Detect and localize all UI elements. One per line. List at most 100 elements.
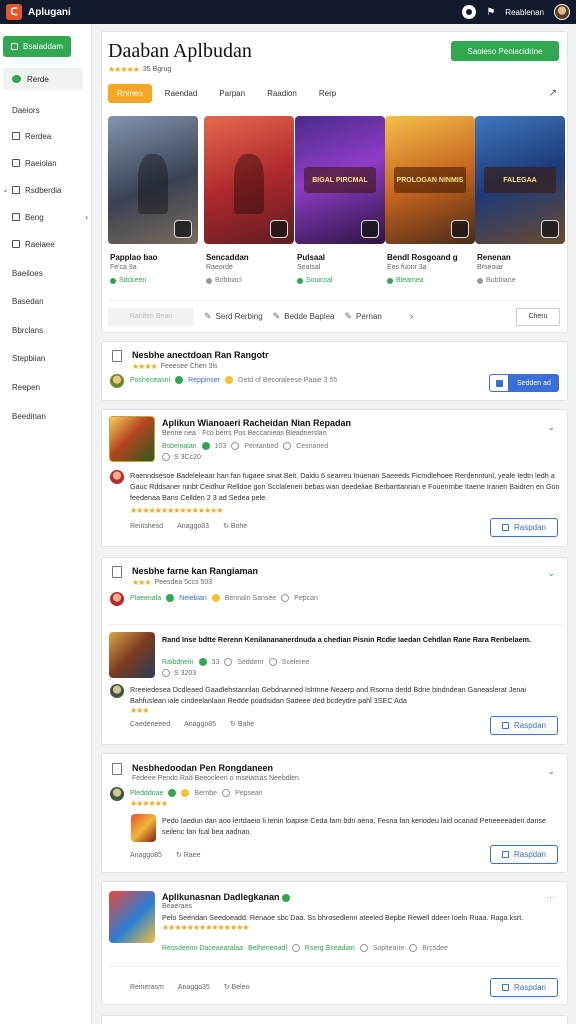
game-tile[interactable]: FALEGAA bbox=[475, 116, 565, 244]
reply-button[interactable]: Raspdan bbox=[490, 845, 558, 864]
game-name[interactable]: Bendl Rosgoand g bbox=[387, 253, 458, 262]
reply-icon bbox=[501, 722, 509, 729]
game-tile[interactable] bbox=[108, 116, 198, 244]
coin-icon bbox=[181, 789, 190, 797]
post-title[interactable]: Aplikun Wianoaeri Racheidan Nian Repadan bbox=[162, 418, 351, 428]
post-title[interactable]: Aplikunasnan Dadlegkanan bbox=[162, 892, 291, 902]
game-icon bbox=[541, 220, 559, 238]
share-icon[interactable]: ↻ Bahe bbox=[230, 720, 254, 728]
share-icon[interactable]: ↻ Raee bbox=[176, 851, 201, 859]
game-thumbnail[interactable] bbox=[109, 416, 155, 462]
clock-icon bbox=[162, 669, 170, 677]
tab-0[interactable]: Rnmeo bbox=[108, 84, 152, 103]
game-thumbnail[interactable] bbox=[109, 891, 155, 943]
reply-icon bbox=[501, 984, 509, 991]
footer-link[interactable]: ✎ Serd Rerbing bbox=[204, 311, 263, 322]
chevron-down-icon[interactable]: ⌄ bbox=[547, 766, 555, 777]
sidebar-item[interactable]: Raeiolan bbox=[12, 155, 88, 171]
sidebar-item[interactable]: Baeiloes bbox=[12, 265, 88, 281]
sidebar-item-active[interactable]: Rerde bbox=[3, 68, 83, 90]
tab-1[interactable]: Raendad bbox=[156, 84, 206, 103]
status-icon bbox=[387, 277, 393, 284]
post-meta: Posheceasnl Reppinser Getd of Becoralees… bbox=[130, 376, 338, 384]
game-name[interactable]: Renenan bbox=[477, 253, 511, 262]
game-tile[interactable]: PROLOGAN NINMIS bbox=[385, 116, 475, 244]
post-title[interactable]: Nesbhedoodan Pen Rongdaneen bbox=[132, 763, 273, 773]
tab-4[interactable]: Rerp bbox=[310, 84, 345, 103]
post-title[interactable]: Nesbhe farne kan Rangiaman bbox=[132, 566, 258, 576]
avatar[interactable] bbox=[110, 684, 124, 698]
tab-2[interactable]: Parpan bbox=[210, 84, 254, 103]
sidebar-item[interactable]: Beedinan bbox=[12, 408, 88, 424]
reply-button[interactable]: Raspdan bbox=[490, 716, 558, 735]
post-title[interactable]: Rand Inse bdtte Rerenn Kenilanananerdnud… bbox=[162, 634, 562, 645]
sidebar-item[interactable]: Rerdea bbox=[12, 128, 88, 144]
more-icon[interactable]: ⋯ bbox=[546, 892, 555, 903]
rating: ★★★★★ 35 Bgrug bbox=[108, 65, 172, 74]
avatar[interactable] bbox=[554, 4, 570, 20]
sidebar-item[interactable]: Reepen bbox=[12, 379, 88, 395]
share-icon[interactable]: ↻ Beleo bbox=[224, 983, 250, 991]
sidebar-item[interactable]: Rsdberdia bbox=[12, 182, 88, 198]
sidebar-primary-button[interactable]: Bsaiaddam bbox=[3, 36, 71, 57]
featured-games-panel: Daaban Aplbudan ★★★★★ 35 Bgrug Saoleso P… bbox=[101, 31, 568, 333]
edit-icon: ✎ bbox=[204, 311, 212, 321]
sidebar-item[interactable]: Daeiors bbox=[12, 102, 88, 118]
disabled-button[interactable]: Ranifen Bean bbox=[108, 307, 194, 326]
sidebar-item[interactable]: Beng › bbox=[12, 209, 88, 225]
chevron-down-icon[interactable]: ⌄ bbox=[547, 422, 555, 433]
avatar[interactable] bbox=[110, 374, 124, 388]
chevron-down-icon[interactable]: ⌄ bbox=[547, 568, 555, 579]
game-tile[interactable]: BIGAL PIRCMAL bbox=[295, 116, 385, 244]
feed-card: Nesbhe farne kan Rangiaman ★★★ Peesdea 5c… bbox=[101, 557, 568, 745]
game-thumbnail[interactable] bbox=[131, 814, 156, 842]
avatar[interactable] bbox=[110, 787, 124, 801]
post-meta: Ressdeenn Daceaearalaa Belheneoadl Rserg… bbox=[162, 944, 448, 952]
reply-button[interactable]: Raspdan bbox=[490, 518, 558, 537]
chat-icon bbox=[283, 442, 292, 450]
bookmark-icon[interactable] bbox=[112, 763, 122, 775]
outline-button[interactable]: Cheru bbox=[516, 307, 560, 326]
bookmark-icon[interactable] bbox=[112, 350, 122, 362]
page-icon bbox=[12, 186, 20, 194]
caret-down-icon[interactable]: ⌄ bbox=[2, 185, 9, 194]
verified-icon bbox=[168, 789, 177, 797]
primary-action-button[interactable]: Saoleso Penlacidrine bbox=[451, 41, 559, 61]
avatar[interactable] bbox=[110, 592, 124, 606]
arrow-icon[interactable]: ↗ bbox=[549, 88, 557, 99]
game-name[interactable]: Sencaddan bbox=[206, 253, 249, 262]
user-icon bbox=[224, 658, 233, 666]
game-tile[interactable] bbox=[204, 116, 294, 244]
share-icon[interactable]: ↻ Bohe bbox=[223, 522, 247, 530]
page-icon bbox=[12, 159, 20, 167]
avatar[interactable] bbox=[110, 470, 124, 484]
add-icon bbox=[11, 43, 18, 50]
split-button[interactable]: Sedden ad bbox=[489, 374, 559, 392]
sidebar-item[interactable]: Basedan bbox=[12, 293, 88, 309]
notification-icon[interactable]: ⚑ bbox=[486, 7, 495, 18]
post-meta: Bsbeinalan 103 Pentanbed Cesnaned bbox=[162, 442, 329, 450]
chat-icon bbox=[281, 594, 290, 602]
sidebar-item[interactable]: Raeiaee bbox=[12, 236, 88, 252]
post-title[interactable]: Nesbhe anectdoan Ran Rangotr bbox=[132, 350, 269, 360]
chat-icon bbox=[222, 789, 231, 797]
game-name[interactable]: Papplao bao bbox=[110, 253, 158, 262]
sidebar-item[interactable]: Bbrclans bbox=[12, 322, 88, 338]
user-name[interactable]: Reablenan bbox=[505, 8, 544, 17]
game-thumbnail[interactable] bbox=[109, 632, 155, 678]
game-name[interactable]: Pulsaal bbox=[297, 253, 325, 262]
footer-link[interactable]: ✎ Bedde Baplea bbox=[273, 311, 335, 322]
feed-card bbox=[101, 1015, 568, 1024]
app-title: Aplugani bbox=[28, 6, 71, 18]
bookmark-icon[interactable] bbox=[112, 566, 122, 578]
reply-button[interactable]: Raspdan bbox=[490, 978, 558, 997]
record-icon[interactable] bbox=[462, 5, 477, 19]
chevron-right-icon[interactable]: › bbox=[410, 311, 413, 322]
app-logo-icon[interactable]: ᑕ bbox=[6, 4, 22, 20]
tab-3[interactable]: Raadion bbox=[258, 84, 306, 103]
sidebar-item[interactable]: Stepbiian bbox=[12, 350, 88, 366]
post-sub: Fedeee Pendo Rad Beeocleen o mseiatsas N… bbox=[132, 775, 299, 782]
game-sub: Raeorde bbox=[206, 264, 233, 271]
star-rating-icon: ★★★ bbox=[132, 578, 151, 587]
footer-link[interactable]: ✎ Pernan bbox=[345, 311, 382, 322]
